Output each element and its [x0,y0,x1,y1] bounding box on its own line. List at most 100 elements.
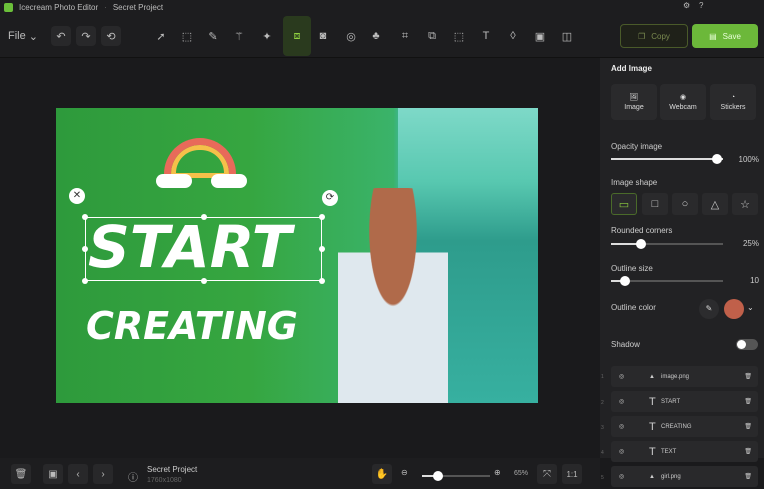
stickers-button[interactable]: ◔ Stickers [710,84,756,120]
magic-wand-icon[interactable]: ⚚ [229,26,249,46]
brush-tool-icon[interactable]: ✎ [203,26,223,46]
save-button[interactable]: ▤ Save [692,24,758,48]
delete-layer-icon[interactable]: 🗑 [744,473,752,480]
slider-knob[interactable] [433,471,443,481]
eyedropper-icon[interactable]: ✎ [699,299,719,319]
add-image-tool-icon[interactable]: ⧈ [283,16,311,56]
outline-size-value[interactable]: 10 [731,276,759,285]
delete-layer-icon[interactable]: 🗑 [744,423,752,430]
text-creating[interactable]: CREATING [86,304,298,348]
layer-item[interactable]: ◎ ▲ image.png 🗑 [611,366,758,387]
hand-tool-button[interactable]: ✋ [372,464,392,484]
layer-number: 4 [601,450,604,456]
text-layer-icon: T [649,445,656,458]
vignette-tool-icon[interactable]: ◙ [313,26,333,46]
slider-knob[interactable] [712,154,722,164]
resize-handle[interactable] [319,278,325,284]
rounded-corners-value[interactable]: 25% [731,239,759,248]
resize-handle[interactable] [82,246,88,252]
rounded-corners-slider[interactable] [611,239,723,249]
outline-color-label: Outline color [611,303,656,312]
copy-button[interactable]: ❐ Copy [620,24,688,48]
select-tool-icon[interactable]: ➚ [151,26,171,46]
file-menu[interactable]: File ⌄ [6,26,40,46]
resize-handle[interactable] [201,214,207,220]
drop-tool-icon[interactable]: ◊ [503,26,523,46]
add-image-heading: Add Image [611,64,652,73]
copy-label: Copy [651,31,670,41]
visibility-icon[interactable]: ◎ [619,473,649,480]
rotate-element-icon[interactable]: ⟳ [322,190,338,206]
zoom-value: 65% [514,470,529,477]
shadow-toggle[interactable] [736,339,758,350]
chevron-down-icon[interactable]: ⌄ [747,303,754,312]
layout-tool-icon[interactable]: ◫ [557,26,577,46]
visibility-icon[interactable]: ◎ [619,448,649,455]
webcam-icon: ◉ [679,94,687,101]
resize-handle[interactable] [82,214,88,220]
shape-triangle[interactable]: △ [702,193,728,215]
delete-layer-icon[interactable]: 🗑 [744,373,752,380]
color-tool-icon[interactable]: ♣ [366,26,386,46]
layer-item[interactable]: ◎ T TEXT 🗑 [611,441,758,462]
selection-box[interactable] [85,217,322,281]
resize-handle[interactable] [319,246,325,252]
prev-button[interactable]: ‹ [68,464,88,484]
delete-layer-icon[interactable]: 🗑 [744,398,752,405]
rounded-corners-label: Rounded corners [611,226,673,235]
delete-element-icon[interactable]: ✕ [69,188,85,204]
slider-knob[interactable] [636,239,646,249]
marquee-tool-icon[interactable]: ⬚ [177,26,197,46]
next-button[interactable]: › [93,464,113,484]
image-label: Image [624,104,644,111]
visibility-icon[interactable]: ◎ [619,423,649,430]
text-tool-icon[interactable]: T [476,26,496,46]
undo-button[interactable]: ↶ [51,26,71,46]
layer-item[interactable]: ◎ ▲ girl.png 🗑 [611,466,758,487]
shape-circle[interactable]: ○ [672,193,698,215]
watermark-tool-icon[interactable]: ▣ [530,26,550,46]
outline-color-swatch[interactable] [724,299,744,319]
save-label: Save [722,31,741,41]
chevron-down-icon: ⌄ [28,30,38,43]
outline-size-slider[interactable] [611,276,723,286]
reset-button[interactable]: ⟲ [101,26,121,46]
resize-handle[interactable] [82,278,88,284]
zoom-in-icon[interactable]: ⊕ [494,468,501,477]
webcam-button[interactable]: ◉ Webcam [660,84,706,120]
zoom-slider[interactable] [422,471,490,481]
redo-button[interactable]: ↷ [76,26,96,46]
shape-square[interactable]: □ [642,193,668,215]
sticker-icon: ◔ [730,93,736,101]
resize-handle[interactable] [319,214,325,220]
slider-knob[interactable] [620,276,630,286]
stickers-label: Stickers [720,103,746,111]
filter-tool-icon[interactable]: ◎ [341,26,361,46]
crop-tool-icon[interactable]: ⌗ [395,26,415,46]
opacity-value[interactable]: 100% [731,155,759,164]
shape-rectangle-wide[interactable]: ▭ [611,193,637,215]
fit-screen-button[interactable]: ⤧ [537,464,557,484]
retouch-tool-icon[interactable]: ✦ [257,26,277,46]
girl-image[interactable] [338,188,448,403]
resize-handle[interactable] [201,278,207,284]
image-button[interactable]: 🖼 Image [611,84,657,120]
compare-button[interactable]: ▣ [43,464,63,484]
zoom-out-icon[interactable]: ⊖ [401,468,408,477]
visibility-icon[interactable]: ◎ [619,373,649,380]
blur-tool-icon[interactable]: ⬚ [449,26,469,46]
opacity-slider[interactable] [611,154,723,164]
delete-layer-icon[interactable]: 🗑 [744,448,752,455]
resize-tool-icon[interactable]: ⧉ [422,26,442,46]
app-title: Icecream Photo Editor [19,2,99,12]
layer-item[interactable]: ◎ T START 🗑 [611,391,758,412]
delete-button[interactable]: 🗑 [11,464,31,484]
info-icon[interactable]: ⓘ [128,469,138,484]
shape-star[interactable]: ☆ [732,193,758,215]
layer-item[interactable]: ◎ T CREATING 🗑 [611,416,758,437]
visibility-icon[interactable]: ◎ [619,398,649,405]
actual-size-button[interactable]: 1:1 [562,464,582,484]
image-layer-icon: ▲ [649,473,655,480]
settings-icon[interactable]: ⚙ [683,1,690,10]
help-icon[interactable]: ? [699,1,703,10]
